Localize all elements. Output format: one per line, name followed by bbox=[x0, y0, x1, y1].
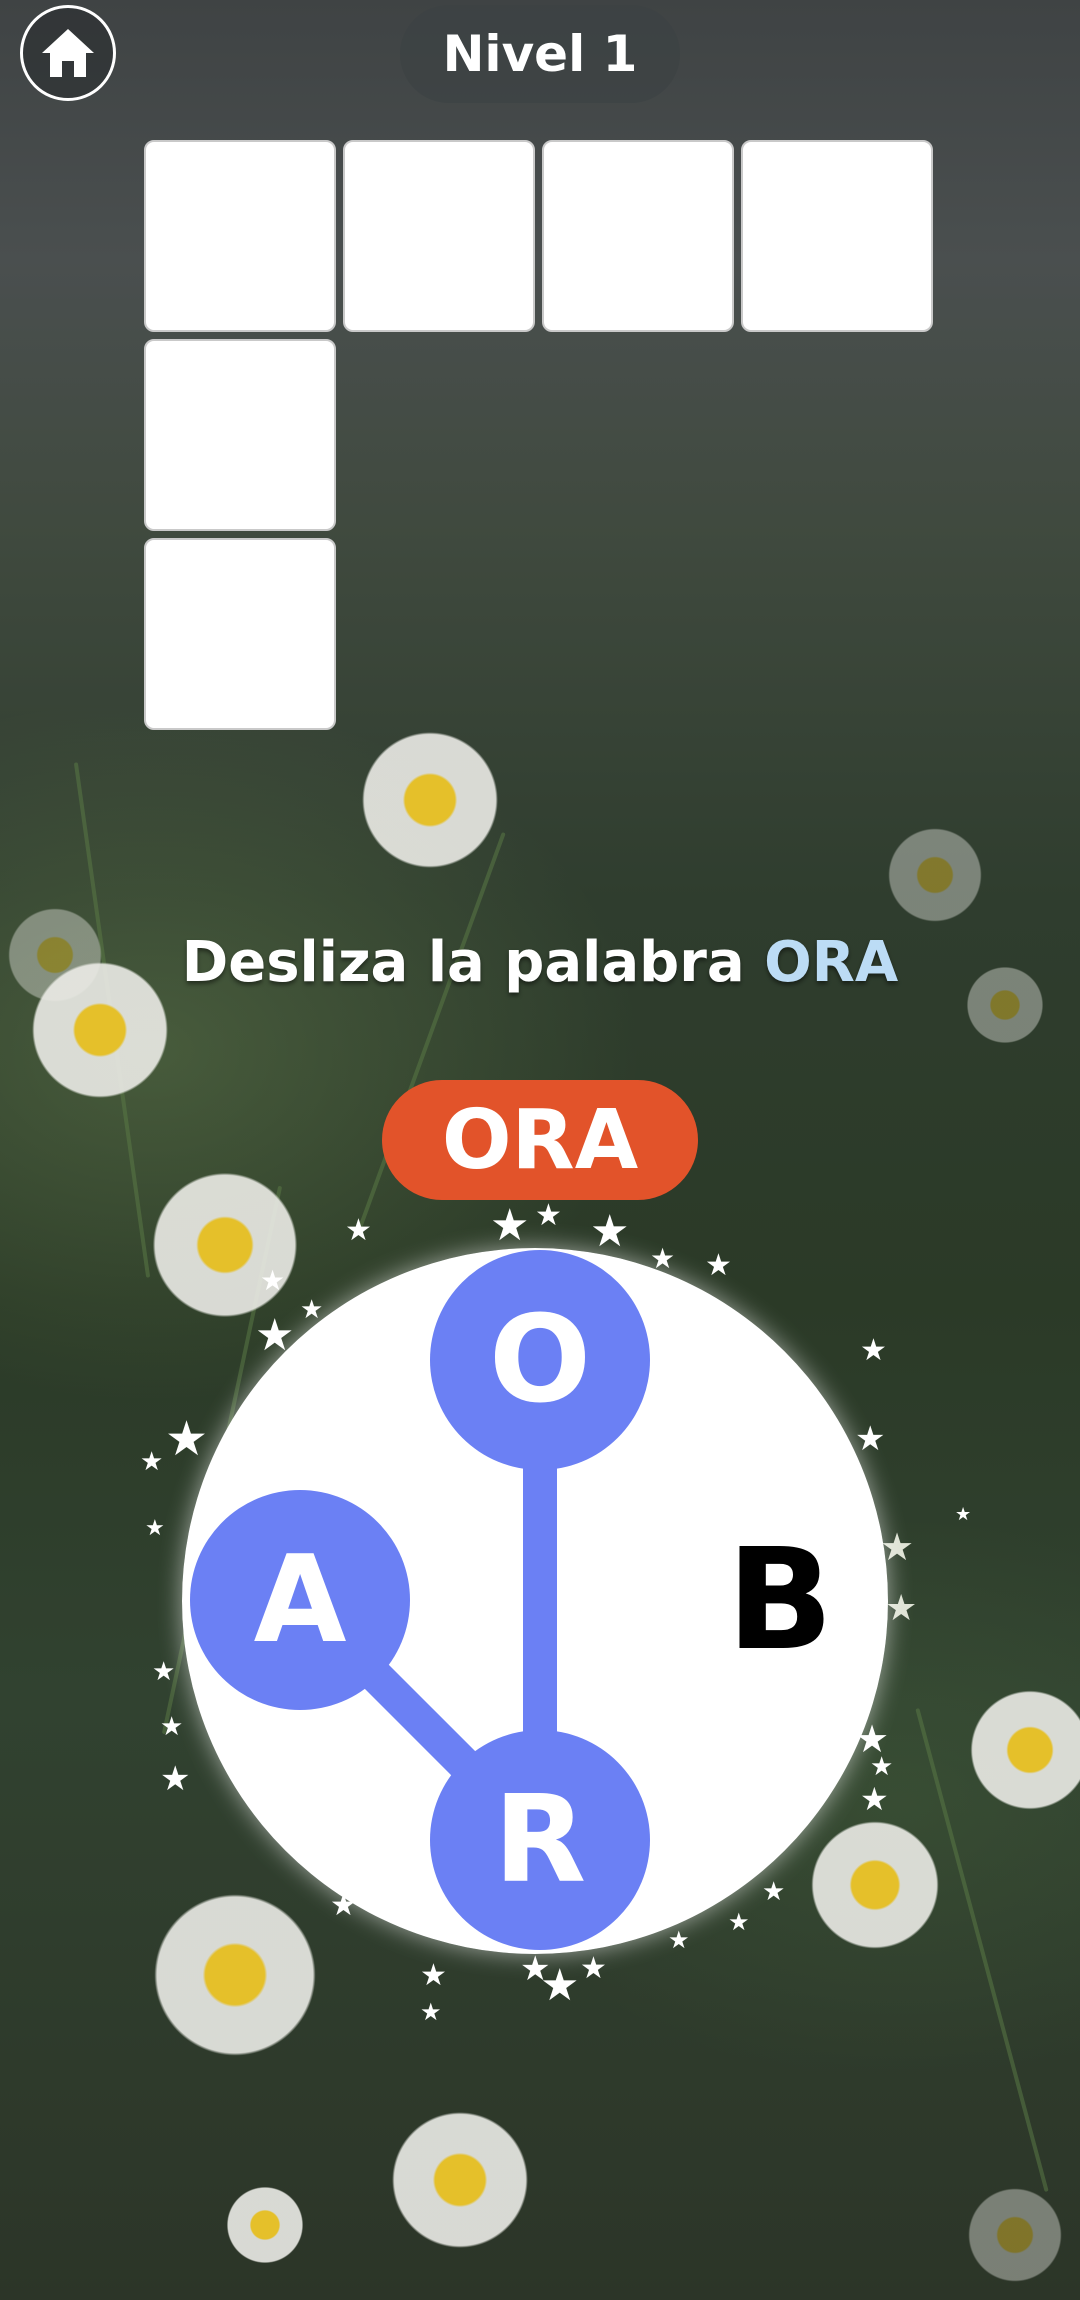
hint-word: ORA bbox=[764, 930, 899, 995]
hint-prefix: Desliza la palabra bbox=[181, 930, 745, 995]
letter-o[interactable]: O bbox=[430, 1250, 650, 1470]
level-indicator: Nivel 1 bbox=[400, 5, 680, 103]
home-icon bbox=[42, 29, 94, 77]
daisy-flower bbox=[960, 2180, 1070, 2290]
grid-cell bbox=[343, 140, 535, 332]
letter-r[interactable]: R bbox=[430, 1730, 650, 1950]
grid-cell bbox=[144, 339, 336, 531]
current-word-badge: ORA bbox=[382, 1080, 698, 1200]
grid-cell bbox=[144, 538, 336, 730]
daisy-flower bbox=[350, 720, 510, 880]
letter-wheel[interactable]: O A B R bbox=[182, 1248, 888, 1954]
daisy-flower bbox=[880, 820, 990, 930]
grid-cell bbox=[144, 140, 336, 332]
grid-cell bbox=[741, 140, 933, 332]
letter-a[interactable]: A bbox=[190, 1490, 410, 1710]
daisy-flower bbox=[380, 2100, 540, 2260]
swipe-hint: Desliza la palabra ORA bbox=[0, 930, 1080, 995]
grid-cell bbox=[542, 140, 734, 332]
home-button[interactable] bbox=[20, 5, 116, 101]
daisy-flower bbox=[960, 1680, 1080, 1820]
letter-b[interactable]: B bbox=[670, 1490, 890, 1710]
daisy-flower bbox=[220, 2180, 310, 2270]
